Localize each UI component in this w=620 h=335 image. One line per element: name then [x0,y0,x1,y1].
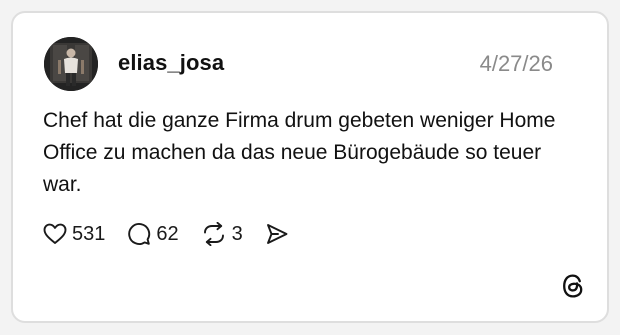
username[interactable]: elias_josa [118,50,224,76]
repost-button[interactable]: 3 [201,222,243,246]
reply-button[interactable]: 62 [127,222,179,246]
post-card: elias_josa 4/27/26 Chef hat die ganze Fi… [11,11,609,323]
post-date: 4/27/26 [479,51,553,76]
like-button[interactable]: 531 [43,223,105,246]
reply-count: 62 [156,222,179,245]
share-button[interactable] [265,223,289,245]
post-text: Chef hat die ganze Firma drum gebeten we… [43,109,556,196]
repost-count: 3 [231,222,243,245]
avatar[interactable] [44,37,98,91]
action-bar: 531 62 3 [43,219,311,249]
speech-bubble-icon [128,223,151,245]
heart-icon [43,223,67,244]
like-count: 531 [72,222,106,245]
avatar-photo [44,37,98,91]
threads-logo-icon[interactable] [560,273,586,299]
send-icon [266,224,288,244]
repost-arrows-icon [203,222,224,246]
